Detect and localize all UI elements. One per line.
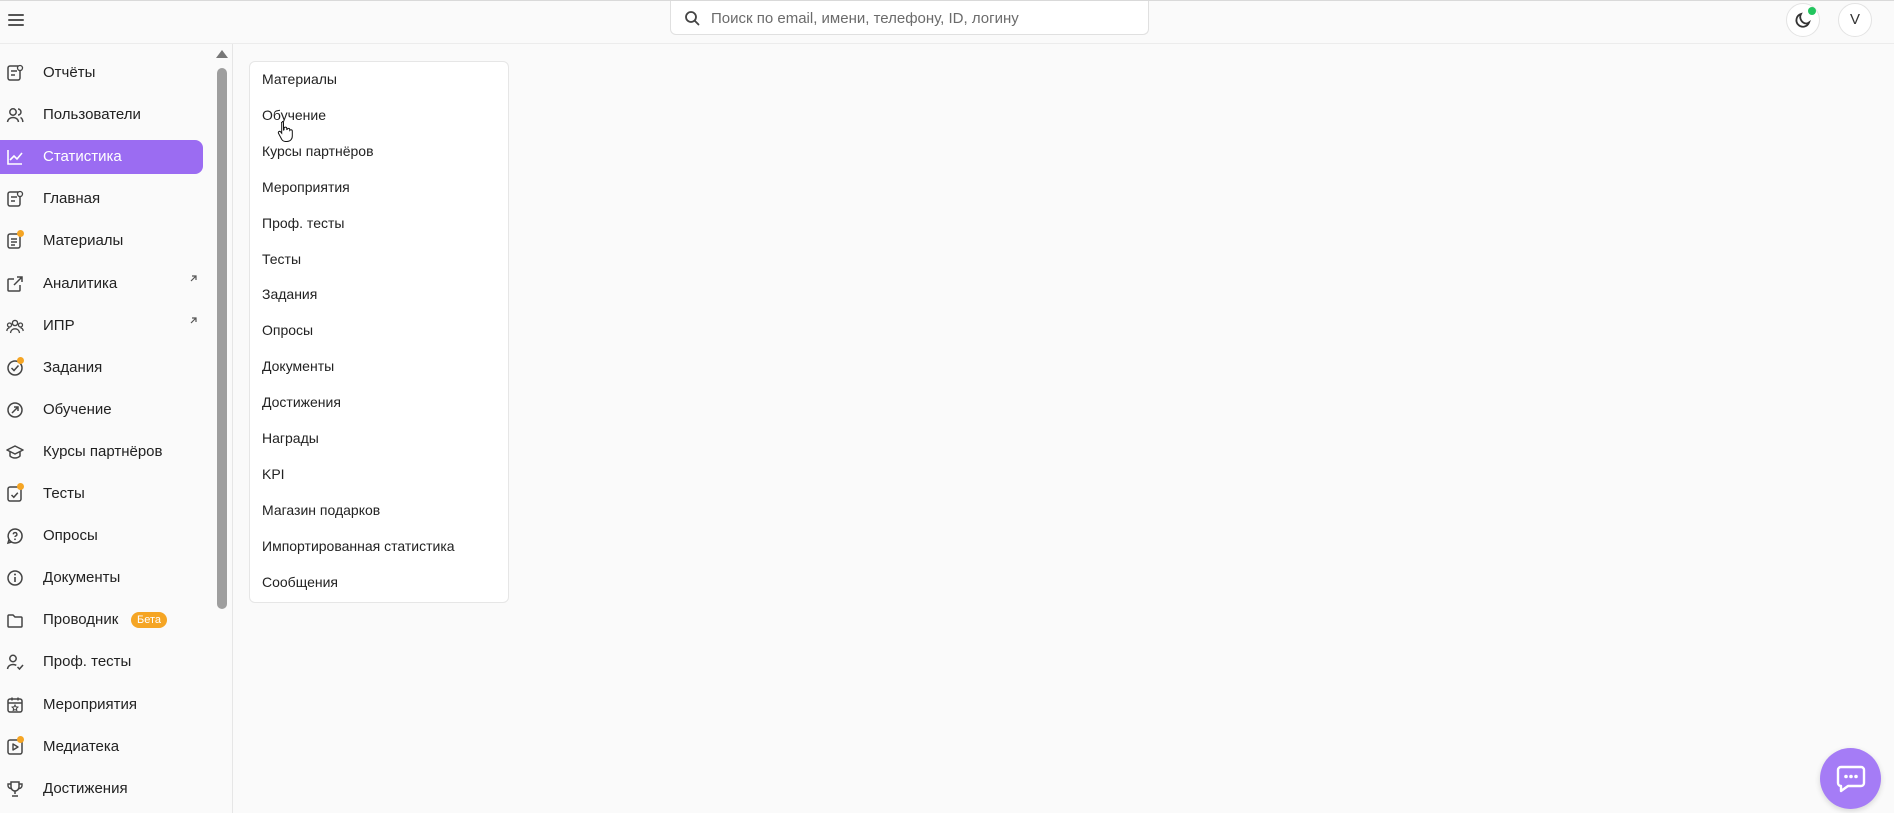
sidebar-item-label: Опросы	[43, 527, 98, 545]
statistics-menu-item[interactable]: Награды	[262, 430, 319, 446]
sidebar-item[interactable]: Отчёты	[0, 56, 203, 90]
external-link-icon	[7, 275, 23, 292]
chat-bubble-icon	[1836, 765, 1866, 793]
sidebar-item-label: ИПР	[43, 316, 75, 334]
users-icon	[6, 108, 24, 123]
arrow-up-right-icon	[190, 316, 197, 324]
sidebar-item-label: Документы	[43, 569, 121, 587]
sidebar-item-label: Материалы	[43, 232, 124, 250]
sidebar-item[interactable]: Проводник Бета	[0, 603, 203, 637]
statistics-menu-item[interactable]: Магазин подарков	[262, 502, 380, 518]
sidebar-item-label: Проводник	[43, 611, 119, 629]
statistics-menu-item[interactable]: KPI	[262, 466, 285, 482]
arrow-up-right-icon	[190, 274, 197, 281]
chart-line-icon	[7, 150, 23, 165]
group-icon	[6, 319, 24, 333]
scroll-up-arrow-icon[interactable]	[216, 50, 228, 58]
sidebar-item[interactable]: Опросы	[0, 519, 203, 553]
statistics-menu-item[interactable]: Импортированная статистика	[262, 538, 455, 554]
statistics-menu-item[interactable]: Проф. тесты	[262, 215, 344, 231]
statistics-menu-item[interactable]: Курсы партнёров	[262, 143, 374, 159]
sidebar-item[interactable]: Обучение	[0, 393, 203, 427]
sidebar-item[interactable]: Пользователи	[0, 98, 203, 132]
search-box	[670, 1, 1149, 35]
sidebar-item[interactable]: Статистика	[0, 140, 203, 175]
sidebar-item-label: Мероприятия	[43, 695, 138, 713]
sidebar-item-label: Достижения	[43, 779, 128, 797]
statistics-menu-item[interactable]: Сообщения	[262, 574, 338, 590]
sidebar-item-label: Курсы партнёров	[43, 442, 163, 460]
home-icon	[7, 191, 24, 208]
sidebar-item[interactable]: Проф. тесты	[0, 645, 203, 679]
chat-button[interactable]	[1820, 748, 1881, 809]
menu-burger-icon[interactable]	[6, 10, 26, 30]
statistics-menu-item[interactable]: Достижения	[262, 394, 341, 410]
statistics-menu-item[interactable]: Мероприятия	[262, 179, 350, 195]
statistics-menu-item[interactable]: Опросы	[262, 322, 313, 338]
beta-badge: Бета	[131, 612, 168, 629]
notification-dot	[17, 735, 24, 743]
trophy-icon	[7, 780, 23, 797]
hand-cursor-icon	[277, 121, 293, 142]
info-icon	[7, 570, 23, 586]
statistics-menu-item[interactable]: Тесты	[262, 251, 301, 267]
survey-icon	[6, 528, 23, 545]
statistics-menu-item[interactable]: Документы	[262, 358, 334, 374]
report-icon	[7, 64, 24, 81]
sidebar-item-label: Обучение	[43, 400, 112, 418]
sidebar-item[interactable]: ИПР	[0, 309, 203, 343]
sidebar-item-label: Статистика	[43, 148, 122, 166]
sidebar-item-label: Пользователи	[43, 106, 141, 124]
online-status-dot	[1808, 7, 1816, 15]
sidebar-item[interactable]: Курсы партнёров	[0, 435, 203, 469]
notification-dot	[17, 483, 24, 490]
sidebar-item[interactable]: Материалы	[0, 224, 203, 258]
notification-dot	[17, 356, 24, 364]
statistics-menu-item[interactable]: Задания	[262, 286, 317, 302]
sidebar-scrollbar[interactable]	[217, 68, 227, 609]
statistics-menu: Материалы Обучение Курсы партнёров Мероприя…	[249, 61, 509, 603]
calendar-icon	[7, 697, 23, 713]
statistics-menu-item[interactable]: Материалы	[262, 71, 337, 87]
sidebar-item[interactable]: Аналитика	[0, 267, 203, 301]
sidebar-item-label: Проф. тесты	[43, 653, 132, 671]
folder-icon	[7, 614, 23, 629]
sidebar-item-label: Медиатека	[43, 737, 120, 755]
sidebar-item[interactable]: Документы	[0, 561, 203, 595]
sidebar-item-label: Тесты	[43, 485, 85, 502]
sidebar-item-label: Задания	[43, 358, 103, 376]
sidebar-item[interactable]: Достижения	[0, 772, 203, 806]
graduation-cap-icon	[6, 445, 24, 459]
sidebar-item[interactable]: Медиатека	[0, 730, 203, 764]
search-input[interactable]	[709, 1, 1143, 35]
sidebar-item-label: Главная	[43, 190, 101, 208]
sidebar-item-label: Аналитика	[43, 274, 118, 292]
sidebar-item[interactable]: Задания	[0, 351, 203, 385]
sidebar-item[interactable]: Мероприятия	[0, 688, 203, 722]
learning-icon	[7, 402, 23, 418]
user-check-icon	[6, 654, 24, 671]
top-bar: V	[0, 0, 1894, 44]
search-icon	[685, 11, 700, 26]
sidebar-item[interactable]: Тесты	[0, 477, 203, 511]
sidebar-item[interactable]: Главная	[0, 182, 203, 216]
sidebar: Отчёты Пользователи Статистика Главная Матер…	[0, 44, 233, 813]
avatar[interactable]: V	[1838, 3, 1872, 37]
sidebar-item-label: Отчёты	[43, 64, 96, 81]
theme-toggle-button[interactable]	[1786, 3, 1820, 37]
